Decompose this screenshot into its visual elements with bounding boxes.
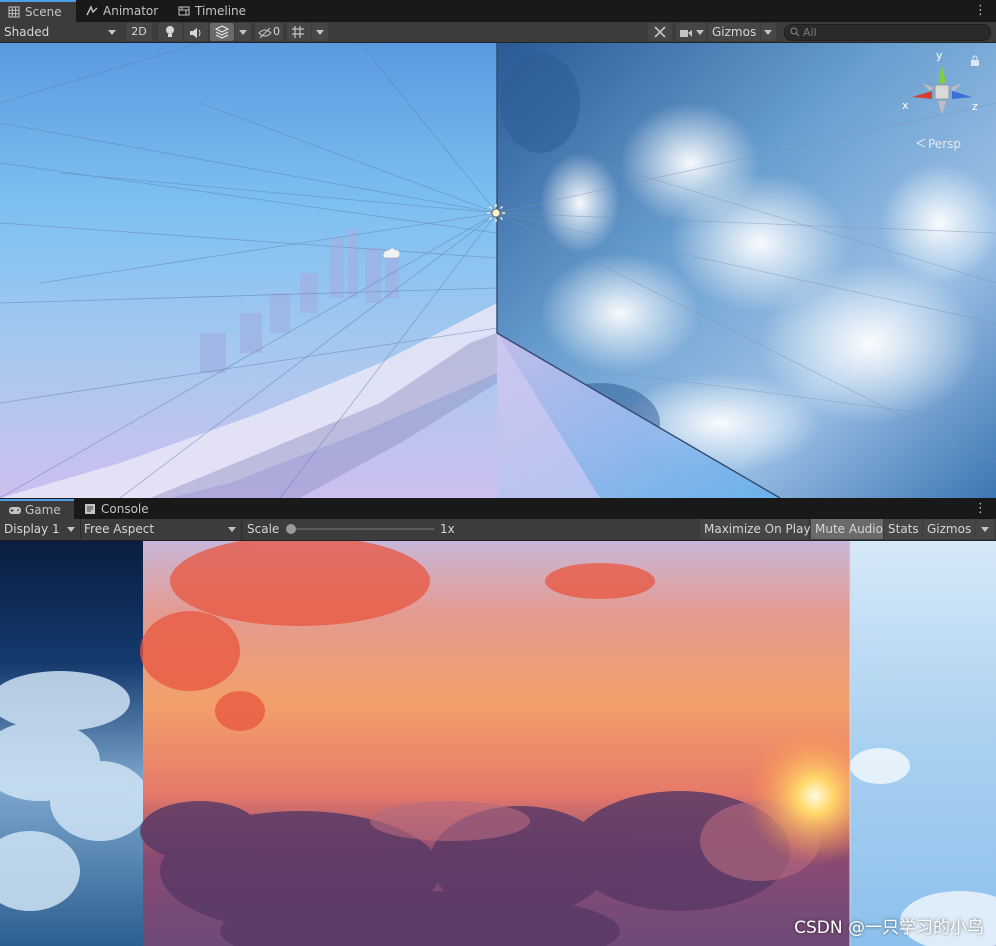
scene-gizmos-button[interactable]: Gizmos: [708, 23, 760, 41]
tab-animator-label: Animator: [103, 4, 159, 18]
display-dropdown[interactable]: Display 1: [0, 519, 81, 539]
projection-toggle[interactable]: Persp: [915, 137, 961, 151]
grid-snap-icon: [291, 25, 305, 44]
perspective-icon: [915, 137, 926, 151]
grid-icon: [8, 6, 20, 18]
scale-slider[interactable]: [286, 519, 436, 539]
scene-gizmos-label: Gizmos: [712, 25, 757, 39]
toggle-2d-button[interactable]: 2D: [126, 23, 152, 41]
scene-viewport[interactable]: y x z Persp: [0, 43, 996, 498]
camera-settings-button[interactable]: [676, 23, 706, 41]
chevron-down-icon: [764, 30, 772, 35]
game-gizmos-button[interactable]: Gizmos: [923, 519, 975, 539]
display-label: Display 1: [4, 522, 60, 536]
audio-toggle-button[interactable]: [184, 23, 208, 41]
scene-tab-bar: Scene Animator Timeline ⋮: [0, 0, 996, 22]
lock-icon[interactable]: [970, 55, 980, 69]
tab-game[interactable]: Game: [0, 499, 74, 519]
scene-gizmos-dropdown[interactable]: [761, 23, 776, 41]
game-toolbar: Display 1 Free Aspect Scale 1x Maximize …: [0, 519, 996, 541]
axis-z-label: z: [972, 100, 978, 113]
tab-timeline[interactable]: Timeline: [170, 0, 260, 22]
camera-icon: [679, 26, 693, 44]
effects-icon: [214, 25, 230, 44]
scene-render: [0, 43, 996, 498]
tab-timeline-label: Timeline: [195, 4, 247, 18]
grid-snap-dropdown[interactable]: [312, 23, 328, 41]
audio-icon: [189, 26, 203, 44]
tools-button[interactable]: [648, 23, 672, 41]
effects-toggle-button[interactable]: [210, 23, 234, 41]
light-icon: [164, 25, 176, 44]
console-icon: [84, 503, 96, 515]
timeline-icon: [178, 5, 190, 17]
chevron-down-icon: [316, 30, 324, 35]
axis-gizmo-icon: [912, 65, 972, 115]
scale-label: Scale: [247, 522, 280, 536]
axis-x-label: x: [902, 99, 909, 112]
search-placeholder: All: [803, 26, 817, 39]
game-tab-bar: Game Console ⋮: [0, 499, 996, 519]
tab-scene[interactable]: Scene: [0, 0, 76, 22]
scene-toolbar: Shaded 2D 0 Gizmos All: [0, 22, 996, 43]
scale-value: 1x: [440, 522, 455, 536]
stats-button[interactable]: Stats: [884, 519, 922, 539]
tab-game-label: Game: [25, 503, 61, 517]
axis-y-label: y: [936, 49, 943, 62]
hidden-count: 0: [273, 25, 280, 38]
chevron-down-icon: [228, 527, 236, 532]
game-viewport[interactable]: CSDN @一只学习的小鸟: [0, 541, 996, 946]
maximize-on-play-button[interactable]: Maximize On Play: [700, 519, 811, 539]
scene-search-input[interactable]: All: [784, 24, 991, 41]
scale-slider-thumb[interactable]: [286, 524, 296, 534]
scale-slider-track: [290, 528, 434, 530]
aspect-dropdown[interactable]: Free Aspect: [81, 519, 242, 539]
game-more-menu-icon[interactable]: ⋮: [974, 501, 987, 517]
tab-scene-label: Scene: [25, 5, 62, 19]
mute-audio-button[interactable]: Mute Audio: [811, 519, 883, 539]
game-gizmos-label: Gizmos: [927, 522, 972, 536]
csdn-watermark: CSDN @一只学习的小鸟: [794, 918, 984, 938]
game-render: [0, 541, 996, 946]
search-icon: [789, 26, 801, 41]
toggle-2d-label: 2D: [131, 25, 147, 38]
visibility-icon: [258, 26, 272, 44]
shading-mode-label: Shaded: [4, 25, 50, 39]
light-gizmo-icon[interactable]: [486, 203, 506, 226]
gamepad-icon: [8, 504, 21, 516]
tab-console[interactable]: Console: [76, 499, 160, 519]
tools-icon: [653, 25, 667, 44]
grid-snap-button[interactable]: [287, 23, 311, 41]
scene-more-menu-icon[interactable]: ⋮: [974, 3, 987, 19]
chevron-down-icon: [981, 527, 989, 532]
mute-audio-label: Mute Audio: [815, 522, 883, 536]
scene-visibility-button[interactable]: 0: [255, 23, 283, 41]
tab-console-label: Console: [101, 502, 149, 516]
game-gizmos-dropdown[interactable]: [976, 519, 994, 539]
shading-mode-dropdown[interactable]: Shaded: [0, 22, 122, 42]
projection-label: Persp: [928, 137, 961, 151]
effects-dropdown[interactable]: [235, 23, 251, 41]
animator-icon: [86, 5, 98, 17]
tab-animator[interactable]: Animator: [78, 0, 168, 22]
chevron-down-icon: [67, 527, 75, 532]
chevron-down-icon: [108, 30, 116, 35]
maximize-on-play-label: Maximize On Play: [704, 522, 811, 536]
light-toggle-button[interactable]: [158, 23, 182, 41]
orientation-gizmo[interactable]: y x z Persp: [898, 43, 996, 163]
chevron-down-icon: [696, 30, 704, 35]
chevron-down-icon: [239, 30, 247, 35]
stats-label: Stats: [888, 522, 919, 536]
aspect-label: Free Aspect: [84, 522, 155, 536]
